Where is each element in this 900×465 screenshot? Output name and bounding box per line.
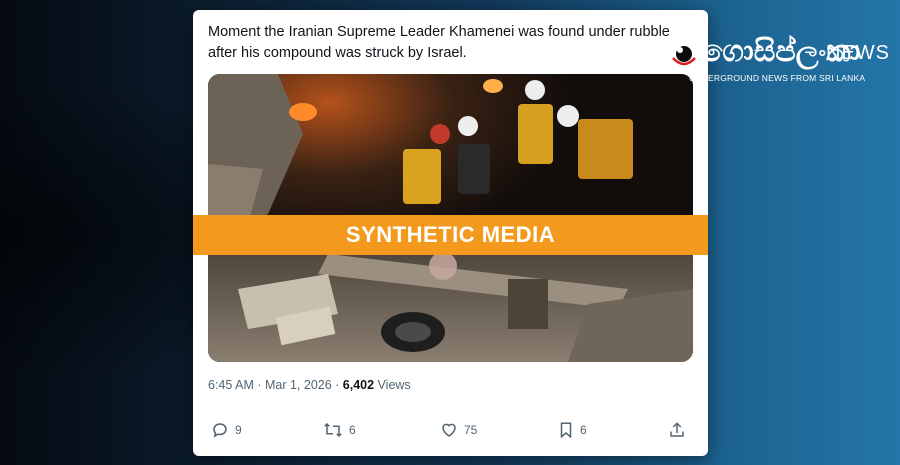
views-label: Views [374,378,411,392]
repost-button[interactable]: 6 [323,421,356,439]
reply-button[interactable]: 9 [211,421,242,439]
reply-count: 9 [235,423,242,437]
logo-eye-icon [672,42,696,66]
repost-count: 6 [349,423,356,437]
logo-tagline: UNDERGROUND NEWS FROM SRI LANKA [689,73,866,83]
share-button[interactable] [668,421,686,439]
like-button[interactable]: 75 [440,421,477,439]
tweet-timestamp[interactable]: 6:45 AM · Mar 1, 2026 · [208,378,343,392]
tweet-text: Moment the Iranian Supreme Leader Khamen… [208,24,670,61]
gossip-lanka-logo: ගොසිප්ලංකා NEWS UNDERGROUND NEWS FROM SR… [670,34,895,91]
logo-news-text: NEWS [826,42,890,64]
like-icon [442,423,456,437]
synthetic-media-banner: SYNTHETIC MEDIA [193,215,708,255]
views-count: 6,402 [342,378,375,392]
like-count: 75 [464,423,478,437]
bookmark-icon [560,422,572,439]
tweet-card: Moment the Iranian Supreme Leader Khamen… [193,10,708,456]
share-icon [670,422,684,437]
repost-icon [324,422,342,438]
reply-icon [213,423,227,438]
tweet-actions: 9 6 75 6 [208,421,693,441]
tweet-meta: 6:45 AM · Mar 1, 2026 · 6,402 Views [208,378,411,392]
bookmark-count: 6 [580,423,587,437]
synthetic-media-label: SYNTHETIC MEDIA [345,222,556,247]
bookmark-button[interactable]: 6 [558,421,587,439]
